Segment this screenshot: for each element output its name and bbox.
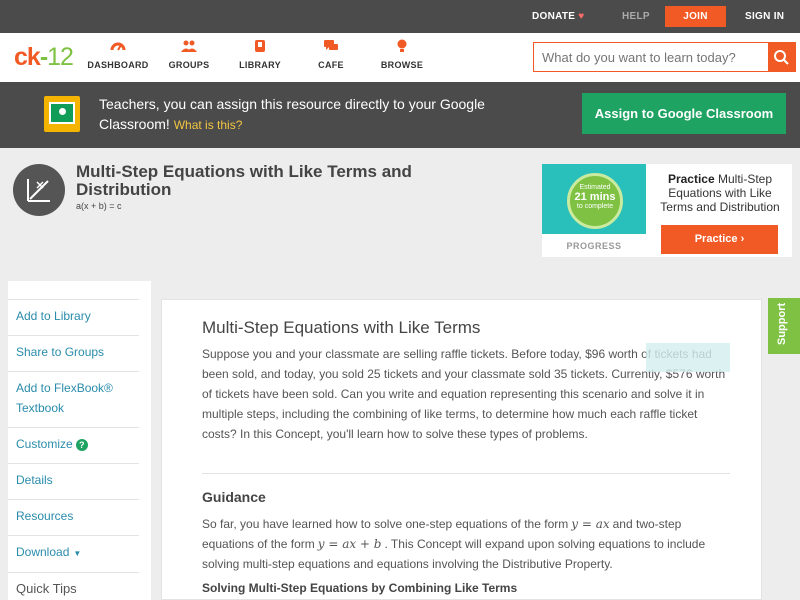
concept-subtitle: a(x + b) = c	[76, 201, 122, 211]
practice-title-bold: Practice	[667, 172, 715, 186]
nav-label: DASHBOARD	[87, 60, 149, 70]
nav-cafe[interactable]: CAFE	[291, 39, 371, 70]
download-label: Download	[16, 545, 70, 559]
practice-thumbnail: Estimated 21 mins to complete	[542, 164, 646, 234]
search-box	[533, 42, 796, 72]
top-utility-bar: DONATE ♥ HELP JOIN SIGN IN	[0, 0, 800, 33]
chevron-right-icon: ›	[740, 233, 745, 245]
concept-icon	[13, 164, 65, 216]
guidance-paragraph: So far, you have learned how to solve on…	[202, 514, 733, 574]
help-icon: ?	[75, 439, 88, 451]
cafe-icon	[291, 39, 371, 55]
logo-num: 12	[47, 43, 74, 71]
browse-icon	[362, 39, 442, 55]
sidebar-quick-tips: Quick Tips	[8, 572, 139, 599]
guidance-heading: Guidance	[202, 489, 266, 505]
sidebar-item-details[interactable]: Details	[8, 463, 139, 490]
logo-ck: ck	[14, 43, 41, 71]
help-link[interactable]: HELP	[622, 0, 650, 33]
nav-label: GROUPS	[168, 60, 210, 70]
ck12-logo[interactable]: ck-12	[14, 43, 74, 72]
what-is-this-link[interactable]: What is this?	[174, 118, 243, 132]
google-classroom-icon	[44, 96, 80, 132]
customize-label: Customize	[16, 437, 73, 451]
library-icon	[220, 39, 300, 55]
content-heading: Multi-Step Equations with Like Terms	[202, 318, 481, 337]
nav-groups[interactable]: GROUPS	[149, 39, 229, 70]
sidebar-item-download[interactable]: Download ▼	[8, 535, 139, 564]
sidebar: Add to Library Share to Groups Add to Fl…	[8, 281, 151, 600]
sign-in-link[interactable]: SIGN IN	[745, 0, 784, 33]
dashboard-icon	[78, 39, 158, 55]
donate-link[interactable]: DONATE ♥	[532, 0, 585, 33]
progress-label: PROGRESS	[566, 241, 622, 251]
search-button[interactable]	[768, 43, 795, 71]
search-icon	[774, 50, 789, 65]
text-highlight	[646, 343, 730, 372]
caret-down-icon: ▼	[73, 549, 82, 558]
banner-text: Teachers, you can assign this resource d…	[99, 94, 519, 135]
nav-label: LIBRARY	[239, 60, 281, 70]
estimated-mins: 21 mins	[574, 191, 616, 203]
donate-label: DONATE	[532, 11, 576, 22]
concept-title: Multi-Step Equations with Like Terms and…	[76, 162, 412, 199]
nav-browse[interactable]: BROWSE	[362, 39, 442, 70]
equation-two-step: y = ax + b	[317, 537, 382, 551]
practice-title: Practice Multi-Step Equations with Like …	[654, 172, 786, 214]
sidebar-item-share-to-groups[interactable]: Share to Groups	[8, 335, 139, 362]
estimated-label: Estimated	[579, 184, 611, 191]
practice-button[interactable]: Practice ›	[661, 225, 778, 254]
estimated-time-badge: Estimated 21 mins to complete	[567, 173, 623, 229]
nav-label: BROWSE	[380, 60, 424, 70]
assign-google-classroom-button[interactable]: Assign to Google Classroom	[582, 93, 786, 134]
support-label: Support	[776, 302, 788, 345]
sidebar-item-add-to-flexbook[interactable]: Add to FlexBook® Textbook	[8, 371, 139, 418]
sidebar-item-resources[interactable]: Resources	[8, 499, 139, 526]
teacher-banner: Teachers, you can assign this resource d…	[0, 82, 800, 148]
groups-icon	[149, 39, 229, 55]
search-input[interactable]	[534, 43, 769, 71]
sidebar-item-add-to-library[interactable]: Add to Library	[8, 299, 139, 326]
nav-library[interactable]: LIBRARY	[220, 39, 300, 70]
practice-button-label: Practice	[694, 233, 738, 245]
support-tab[interactable]: Support	[768, 298, 800, 354]
heart-icon: ♥	[578, 11, 585, 22]
nav-dashboard[interactable]: DASHBOARD	[78, 39, 158, 70]
divider	[202, 473, 730, 474]
main-nav: ck-12 DASHBOARD GROUPS LIBRARY CAFE BROW…	[0, 33, 800, 82]
sidebar-item-customize[interactable]: Customize?	[8, 427, 139, 454]
subheading: Solving Multi-Step Equations by Combinin…	[202, 581, 518, 595]
equation-one-step: y = ax	[571, 517, 610, 531]
practice-card: Estimated 21 mins to complete PROGRESS P…	[542, 164, 792, 257]
nav-label: CAFE	[318, 60, 344, 70]
to-complete-label: to complete	[576, 203, 614, 210]
join-button[interactable]: JOIN	[665, 6, 726, 27]
banner-message: Teachers, you can assign this resource d…	[99, 96, 485, 132]
guidance-text: So far, you have learned how to solve on…	[202, 517, 569, 531]
